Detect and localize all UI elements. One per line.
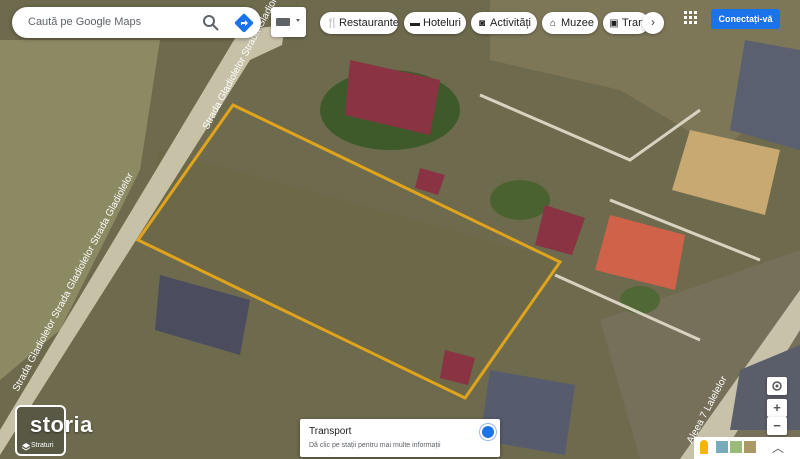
museum-icon: ⌂ (549, 18, 557, 29)
chips-next-button[interactable]: › (642, 12, 664, 34)
transport-panel[interactable]: Transport Dă clic pe stații pentru mai m… (300, 419, 500, 457)
fork-knife-icon: 🍴 (326, 18, 339, 29)
camera-icon: ◙ (478, 18, 486, 29)
directions-icon[interactable] (234, 13, 254, 33)
imagery-thumb-icon[interactable] (730, 441, 742, 453)
search-input[interactable]: Caută pe Google Maps (28, 16, 141, 28)
expand-up-icon[interactable]: ︿ (772, 439, 784, 456)
chevron-right-icon: › (651, 15, 655, 29)
chip-museums[interactable]: ⌂ Muzee (542, 12, 598, 34)
bottom-toolbar: ︿ (694, 437, 800, 459)
apps-grid-icon[interactable] (684, 11, 698, 25)
chip-restaurants[interactable]: 🍴Restaurante (320, 12, 398, 34)
keyboard-icon (276, 18, 300, 26)
transit-icon: ▣ (609, 18, 619, 29)
imagery-thumb-icon[interactable] (744, 441, 756, 453)
pegman-icon[interactable] (700, 440, 708, 454)
imagery-thumb-icon[interactable] (716, 441, 728, 453)
transport-description: Dă clic pe stații pentru mai multe infor… (309, 442, 441, 449)
location-target-icon (772, 381, 782, 391)
layers-label: Straturi (31, 442, 54, 449)
my-location-button[interactable] (767, 377, 787, 395)
bed-icon: ▬ (410, 18, 420, 29)
chip-hotels[interactable]: ▬ Hoteluri (404, 12, 466, 34)
zoom-in-button[interactable]: + (767, 399, 787, 417)
layers-icon (21, 443, 31, 451)
storia-watermark: storia (30, 412, 93, 437)
sign-in-button[interactable]: Conectați-vă (711, 9, 780, 29)
search-box[interactable]: Caută pe Google Maps (12, 7, 261, 38)
zoom-out-button[interactable]: − (767, 417, 787, 435)
trees (490, 180, 550, 220)
transport-toggle[interactable] (482, 426, 494, 438)
transport-title: Transport (309, 426, 352, 437)
trees (620, 286, 660, 314)
satellite-map[interactable]: Strada Gladiolelor Strada Gladiolelor St… (0, 0, 800, 459)
chip-activities[interactable]: ◙ Activități (471, 12, 537, 34)
map-view-toggle[interactable] (271, 7, 306, 37)
search-icon[interactable] (202, 14, 220, 32)
